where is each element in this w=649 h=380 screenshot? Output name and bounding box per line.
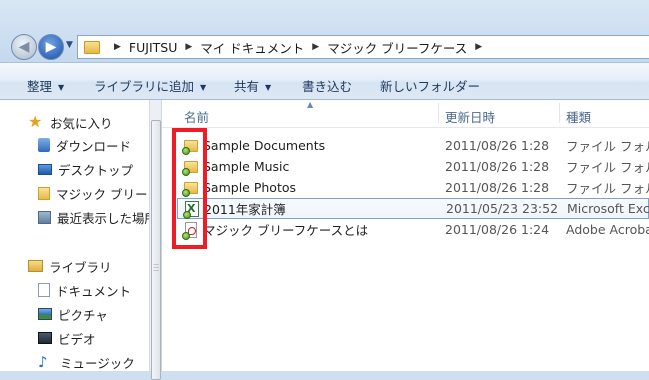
library-icon: [28, 260, 43, 272]
file-date: 2011/08/26 1:28: [445, 180, 550, 195]
nav-magic-briefcase[interactable]: マジック ブリー: [38, 183, 147, 203]
chevron-right-icon[interactable]: ▶: [185, 42, 192, 52]
column-header-type[interactable]: 種類: [566, 107, 591, 126]
downloads-folder-icon: [38, 138, 50, 152]
nav-recent-places[interactable]: 最近表示した場所: [38, 207, 157, 227]
sort-ascending-icon: ▲: [307, 100, 314, 109]
file-date: 2011/08/26 1:24: [445, 222, 550, 237]
sync-folder-icon: [182, 159, 199, 176]
chevron-down-icon: ▼: [58, 83, 65, 92]
navigation-scrollbar[interactable]: — — —: [149, 100, 162, 380]
nav-libraries-label: ライブラリ: [49, 259, 112, 275]
file-row-household-budget[interactable]: 2011年家計簿 2011/05/23 23:52 Microsoft Exce: [177, 198, 649, 219]
burn-button[interactable]: 書き込む: [302, 76, 352, 95]
arrow-right-icon: ▶: [45, 39, 57, 55]
file-name: マジック ブリーフケースとは: [203, 223, 369, 238]
file-date: 2011/08/26 1:28: [445, 138, 550, 153]
nav-pictures-label: ピクチャ: [58, 307, 108, 323]
sync-folder-icon: [182, 138, 199, 155]
nav-favorites[interactable]: ★ お気に入り: [28, 112, 113, 132]
sync-folder-icon: [182, 180, 199, 197]
pictures-icon: [38, 308, 52, 320]
chevron-right-icon[interactable]: ▶: [312, 42, 319, 52]
file-list-pane: ▲ 名前 更新日時 種類 Sample Documents 2011/08/26…: [162, 100, 649, 371]
scrollbar-grip-icon: — — —: [153, 261, 159, 274]
excel-file-icon: [183, 200, 200, 219]
column-header-row: ▲ 名前 更新日時 種類: [162, 100, 649, 128]
recent-places-icon: [38, 210, 51, 224]
address-bar-area: ◀ ▶ ▼ ▶ FUJITSU ▶ マイ ドキュメント ▶ マジック ブリーフケ…: [0, 0, 649, 62]
organize-button[interactable]: 整理 ▼: [27, 76, 64, 95]
document-icon: [38, 283, 50, 297]
nav-libraries[interactable]: ライブラリ: [28, 256, 112, 276]
chevron-down-icon: ▼: [200, 83, 207, 92]
file-name: 2011年家計簿: [204, 202, 286, 217]
nav-music[interactable]: ♪ ミュージック: [38, 352, 135, 372]
file-row-about-magic-briefcase[interactable]: マジック ブリーフケースとは 2011/08/26 1:24 Adobe Acr…: [177, 219, 649, 240]
arrow-left-icon: ◀: [18, 39, 30, 55]
command-bar: 整理 ▼ ライブラリに追加 ▼ 共有 ▼ 書き込む 新しいフォルダー: [0, 62, 649, 100]
recent-pages-dropdown[interactable]: ▼: [66, 40, 73, 50]
nav-magic-briefcase-label: マジック ブリー: [56, 186, 148, 202]
folder-icon: [84, 40, 100, 54]
file-type: ファイル フォル: [566, 181, 649, 196]
nav-pictures[interactable]: ピクチャ: [38, 304, 108, 324]
music-note-icon: ♪: [38, 353, 48, 371]
breadcrumb-my-documents[interactable]: マイ ドキュメント: [200, 38, 304, 57]
address-box[interactable]: ▶ FUJITSU ▶ マイ ドキュメント ▶ マジック ブリーフケース ▶: [77, 35, 649, 59]
column-header-date[interactable]: 更新日時: [445, 107, 495, 126]
star-icon: ★: [28, 112, 43, 131]
chevron-right-icon[interactable]: ▶: [475, 42, 482, 52]
folder-icon: [38, 186, 50, 200]
desktop-icon: [38, 163, 52, 175]
nav-desktop-label: デスクトップ: [58, 162, 134, 178]
file-row-sample-documents[interactable]: Sample Documents 2011/08/26 1:28 ファイル フォ…: [177, 135, 649, 156]
share-label: 共有: [234, 79, 260, 94]
file-name: Sample Photos: [203, 180, 297, 195]
file-name: Sample Documents: [203, 138, 326, 153]
nav-documents[interactable]: ドキュメント: [38, 280, 131, 300]
chevron-right-icon[interactable]: ▶: [114, 42, 121, 52]
nav-recent-places-label: 最近表示した場所: [57, 210, 158, 226]
add-to-library-button[interactable]: ライブラリに追加 ▼: [94, 76, 206, 95]
nav-videos[interactable]: ビデオ: [38, 328, 96, 348]
file-row-sample-music[interactable]: Sample Music 2011/08/26 1:28 ファイル フォル: [177, 156, 649, 177]
column-header-name[interactable]: 名前: [184, 107, 209, 126]
column-divider[interactable]: [438, 103, 439, 123]
share-button[interactable]: 共有 ▼: [234, 76, 271, 95]
add-to-library-label: ライブラリに追加: [94, 79, 195, 94]
file-type: Microsoft Exce: [567, 201, 649, 216]
breadcrumb-magic-briefcase[interactable]: マジック ブリーフケース: [327, 38, 467, 57]
forward-button[interactable]: ▶: [38, 34, 64, 60]
navigation-pane: ★ お気に入り ダウンロード デスクトップ マジック ブリー 最近表示した場所 …: [0, 100, 157, 372]
file-row-sample-photos[interactable]: Sample Photos 2011/08/26 1:28 ファイル フォル: [177, 177, 649, 198]
breadcrumb-fujitsu[interactable]: FUJITSU: [129, 40, 177, 55]
column-divider[interactable]: [559, 103, 560, 123]
nav-downloads[interactable]: ダウンロード: [38, 135, 131, 155]
scrollbar-thumb[interactable]: [151, 120, 161, 380]
pdf-file-icon: [182, 221, 199, 240]
video-icon: [38, 332, 52, 344]
file-type: ファイル フォル: [566, 160, 649, 175]
chevron-down-icon: ▼: [265, 83, 272, 92]
new-folder-button[interactable]: 新しいフォルダー: [380, 76, 480, 95]
nav-videos-label: ビデオ: [58, 331, 96, 347]
nav-favorites-label: お気に入り: [50, 115, 113, 131]
nav-music-label: ミュージック: [60, 355, 135, 371]
nav-downloads-label: ダウンロード: [56, 138, 132, 154]
file-name: Sample Music: [203, 159, 290, 174]
file-type: Adobe Acrobat: [566, 222, 649, 237]
file-type: ファイル フォル: [566, 139, 649, 154]
organize-label: 整理: [27, 79, 53, 94]
back-button[interactable]: ◀: [11, 34, 37, 60]
file-date: 2011/08/26 1:28: [445, 159, 550, 174]
nav-documents-label: ドキュメント: [56, 283, 132, 299]
nav-desktop[interactable]: デスクトップ: [38, 159, 133, 179]
file-date: 2011/05/23 23:52: [446, 201, 559, 216]
